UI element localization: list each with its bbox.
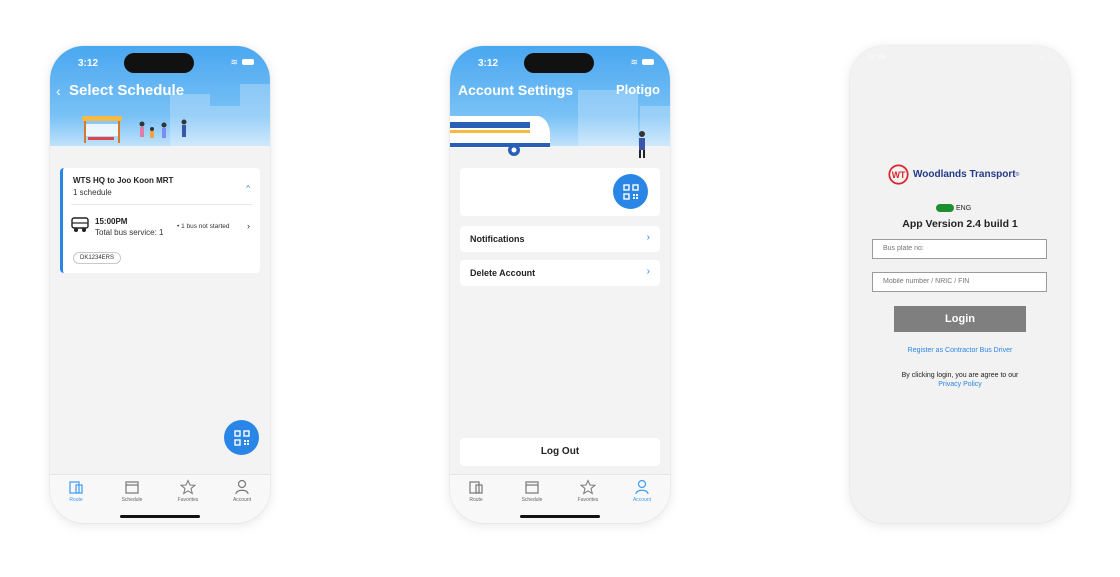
row-label: Delete Account [470,268,536,278]
home-indicator [120,515,200,518]
language-label: ENG [956,204,972,212]
route-card[interactable]: WTS HQ to Joo Koon MRT 1 schedule ^ 15:0… [60,168,260,273]
route-icon [469,481,483,494]
tab-label: Route [469,497,483,503]
status-time: 10:06 [868,54,886,61]
tab-label: Schedule [521,497,543,503]
schedule-icon [125,481,139,494]
battery-icon [242,59,254,65]
star-icon [180,479,196,495]
bus-stop-illustration [82,116,187,143]
tab-schedule[interactable]: Schedule [510,479,554,503]
register-link[interactable]: Register as Contractor Bus Driver [850,347,1070,354]
tab-label: Favorites [577,497,599,503]
tab-account[interactable]: Account [620,479,664,503]
tab-account[interactable]: Account [220,479,264,503]
tab-bar: Route Schedule Favorites Account [50,474,270,523]
tab-label: Account [232,497,252,503]
id-input[interactable] [872,272,1047,292]
svg-text:WT: WT [892,170,906,180]
tab-favorites[interactable]: Favorites [566,479,610,503]
phone-login: 10:06 ··· ≋ ▭ WT Woodlands Transport ® E… [850,46,1070,523]
chevron-right-icon: › [646,232,650,243]
page-title: Account Settings [458,82,574,98]
tab-label: Favorites [177,497,199,503]
chevron-right-icon[interactable]: › [247,221,250,231]
city-building [240,84,270,146]
account-icon [235,479,249,495]
tab-bar: Route Schedule Favorites Account [450,474,670,523]
registered-mark: ® [1015,171,1020,178]
settings-row-delete-account[interactable]: Delete Account › [460,260,660,286]
tab-route[interactable]: Route [454,479,498,503]
qr-card [460,168,660,216]
status-bar: 10:06 ··· ≋ ▭ [850,46,1070,78]
tab-label: Route [69,497,83,503]
collapse-chevron-icon[interactable]: ^ [246,184,250,193]
tab-label: Account [632,497,652,503]
toggle-switch[interactable] [936,204,954,212]
back-chevron-icon[interactable]: ‹ [56,83,61,99]
tab-favorites[interactable]: Favorites [166,479,210,503]
star-icon [580,479,596,495]
dynamic-island [124,53,194,73]
brand-name: Woodlands Transport [913,169,1016,180]
qr-code-icon [233,429,250,446]
phone-account-settings: 3:12 ≋ Account Settings Plotigo Notifica… [450,46,670,523]
bus-plate-input[interactable] [872,239,1047,259]
status-time: 3:12 [478,58,499,69]
language-toggle[interactable]: ENG [936,204,971,212]
qr-scan-button[interactable] [224,420,259,455]
login-button[interactable]: Login [894,306,1026,332]
brand-logo: Plotigo [615,82,660,97]
status-bar: 3:12 ≋ [450,46,670,78]
chevron-right-icon: › [646,266,650,277]
page-title: Select Schedule [69,82,185,99]
status-time: 3:12 [78,58,99,69]
schedule-count: 1 schedule [73,188,112,197]
schedule-time: 15:00PM [95,217,128,226]
settings-row-notifications[interactable]: Notifications › [460,226,660,252]
route-icon [69,481,83,494]
account-icon [635,479,649,495]
tab-route[interactable]: Route [54,479,98,503]
bus-status: • 1 bus not started [177,223,230,230]
wt-logo-icon: WT [888,164,909,185]
person-illustration [639,131,645,158]
qr-scan-button[interactable] [613,174,648,209]
signal-battery-icon: ··· ≋ ▭ [1025,55,1056,62]
phone-select-schedule: 3:12 ≋ ‹ Select Schedule WTS HQ to Joo K… [50,46,270,523]
bus-icon [71,217,89,232]
app-version: App Version 2.4 build 1 [902,218,1018,230]
plate-badge: DK1234ERS [73,252,122,264]
battery-icon [642,59,654,65]
city-building [578,90,638,146]
logout-button[interactable]: Log Out [460,438,660,466]
wifi-icon: ≋ [230,57,238,67]
home-indicator [520,515,600,518]
wifi-icon: ≋ [630,57,638,67]
divider [71,204,252,205]
route-name: WTS HQ to Joo Koon MRT [73,176,174,185]
schedule-icon [525,481,539,494]
tab-label: Schedule [121,497,143,503]
terms-text: By clicking login, you are agree to our [901,372,1019,379]
qr-code-icon [622,183,639,200]
bus-illustration [450,116,550,156]
privacy-policy-link[interactable]: Privacy Policy [850,381,1070,388]
status-bar: 3:12 ≋ [50,46,270,78]
city-building [210,106,240,146]
dynamic-island [524,53,594,73]
total-bus-service: Total bus service: 1 [95,228,164,237]
tab-schedule[interactable]: Schedule [110,479,154,503]
row-label: Notifications [470,234,525,244]
woodlands-transport-logo: WT Woodlands Transport ® [888,164,1019,185]
